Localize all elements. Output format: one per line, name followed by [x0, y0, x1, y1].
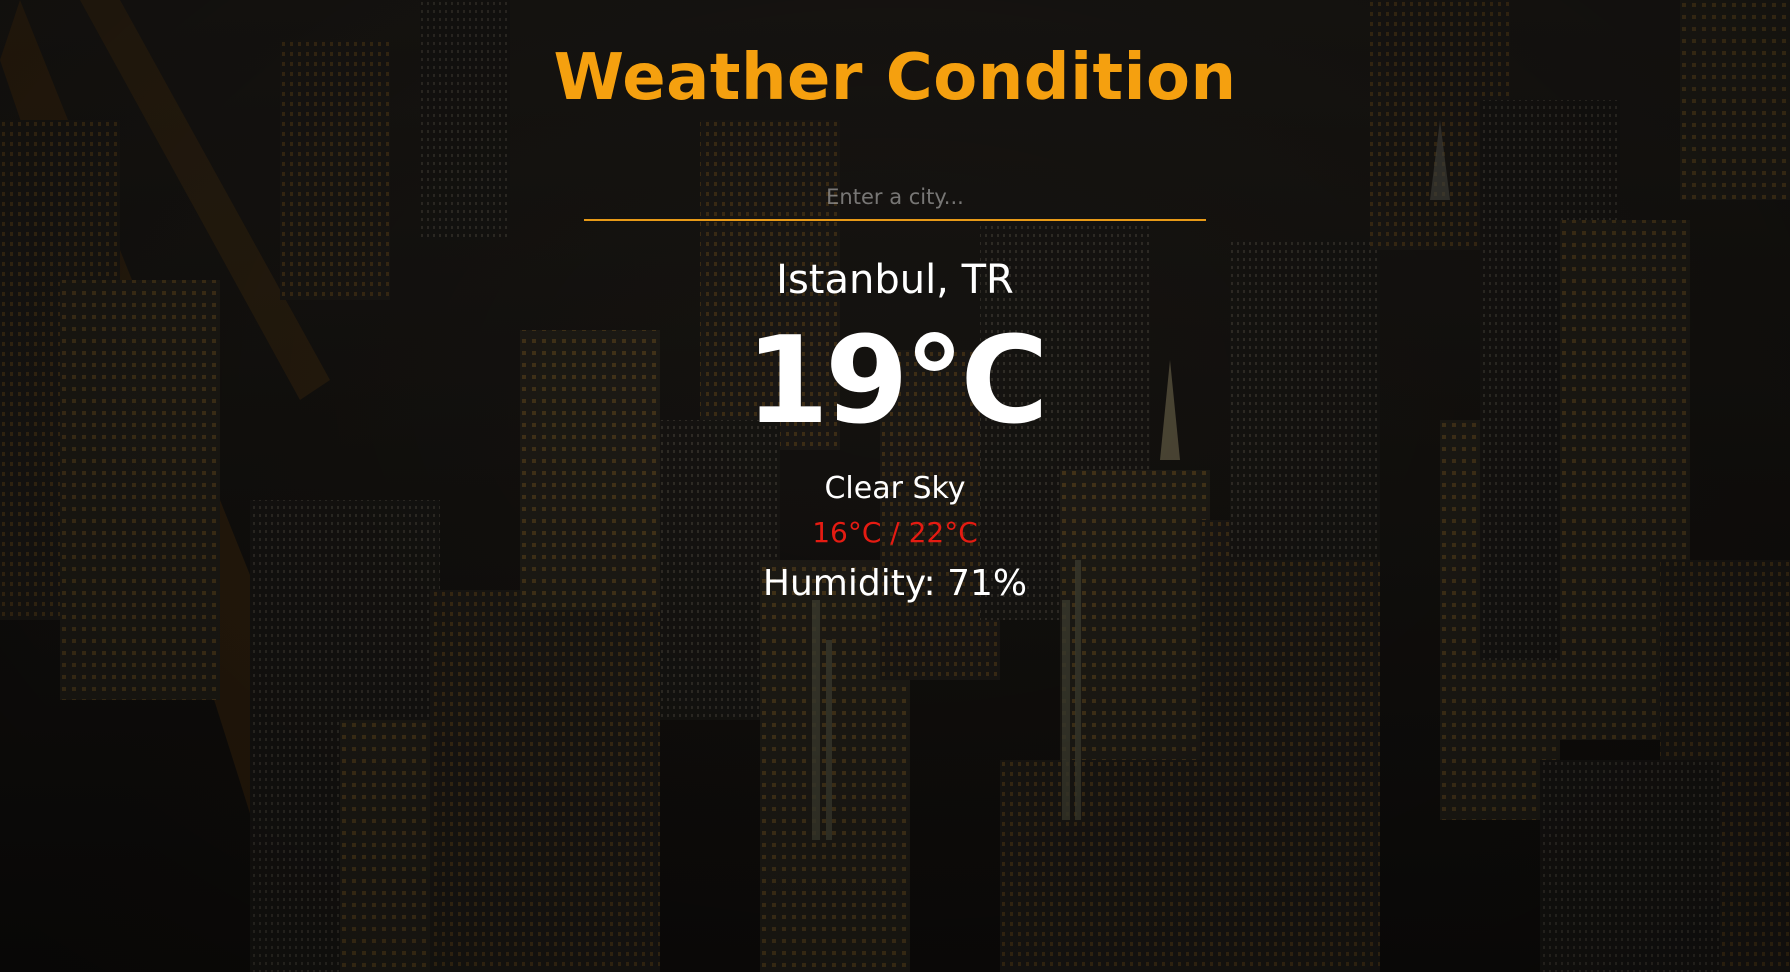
search-box — [584, 175, 1206, 221]
location-label: Istanbul, TR — [776, 256, 1014, 303]
app-title: Weather Condition — [553, 41, 1237, 115]
humidity-label: Humidity: 71% — [762, 562, 1028, 604]
current-temperature: 19°C — [745, 311, 1048, 451]
weather-app: Weather Condition Istanbul, TR 19°C Clea… — [0, 0, 1790, 972]
city-search-input[interactable] — [584, 183, 1206, 210]
min-max-temperature: 16°C / 22°C — [812, 515, 978, 549]
weather-condition: Clear Sky — [824, 470, 966, 506]
